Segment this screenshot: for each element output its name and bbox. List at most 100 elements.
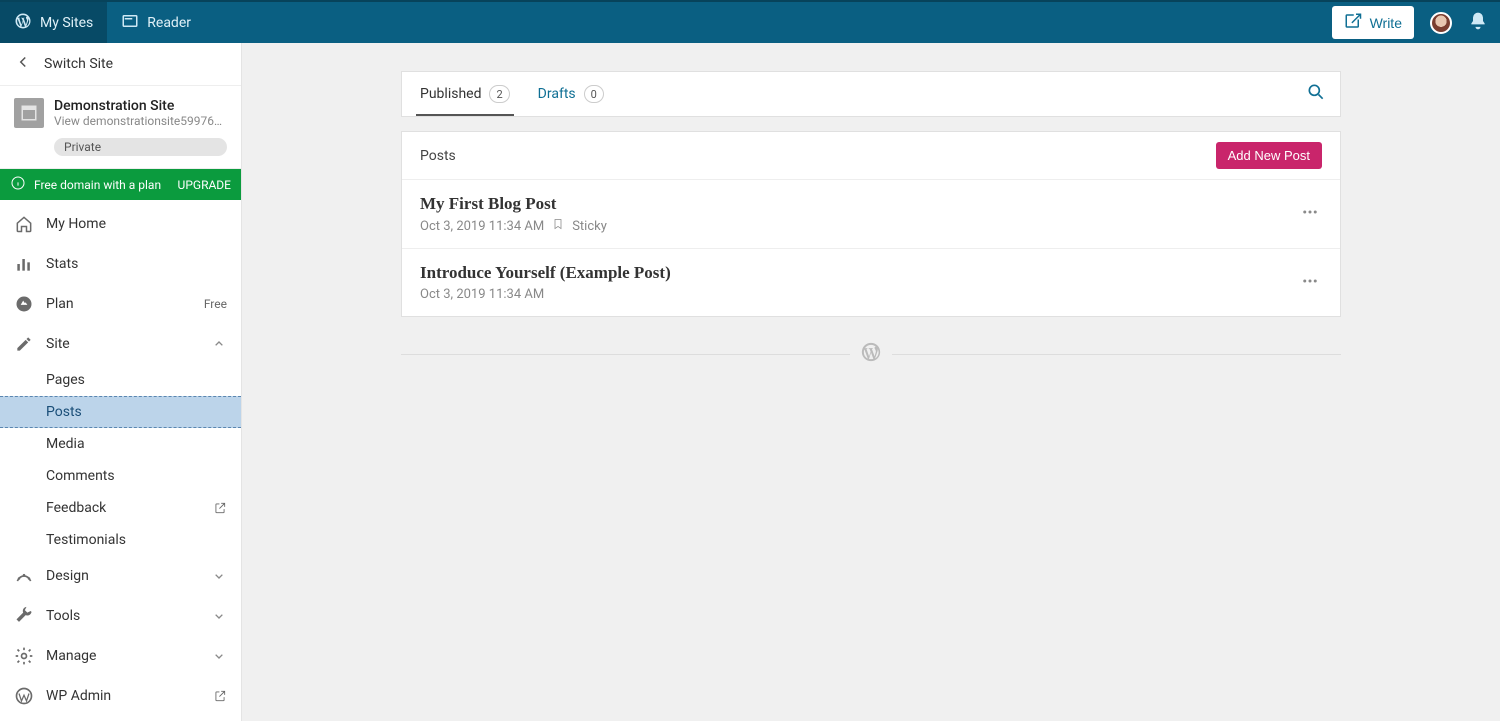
- sidebar-item-tools[interactable]: Tools: [0, 596, 241, 636]
- external-link-icon: [213, 689, 227, 703]
- post-sticky-label: Sticky: [572, 219, 607, 234]
- post-row[interactable]: My First Blog Post Oct 3, 2019 11:34 AM …: [402, 180, 1340, 249]
- masterbar-reader[interactable]: Reader: [107, 2, 205, 43]
- post-date: Oct 3, 2019 11:34 AM: [420, 287, 544, 302]
- site-card[interactable]: Demonstration Site View demonstrationsit…: [0, 86, 241, 169]
- home-icon: [14, 214, 34, 234]
- tab-published[interactable]: Published 2: [416, 72, 514, 116]
- masterbar-reader-label: Reader: [147, 15, 191, 31]
- info-icon: [10, 175, 34, 194]
- sidebar-sub-media[interactable]: Media: [0, 428, 241, 460]
- row-more-button[interactable]: [1298, 271, 1322, 295]
- sidebar-item-my-home[interactable]: My Home: [0, 204, 241, 244]
- avatar[interactable]: [1430, 12, 1452, 34]
- sidebar-item-label: Feedback: [46, 500, 106, 516]
- more-horizontal-icon: [1301, 272, 1319, 294]
- tabs-card: Published 2 Drafts 0: [401, 71, 1341, 117]
- sidebar-item-label: Pages: [46, 372, 85, 388]
- switch-site-label: Switch Site: [44, 56, 113, 72]
- chevron-left-icon: [14, 53, 44, 75]
- sidebar-item-label: Posts: [46, 404, 82, 420]
- bookmark-icon: [552, 218, 564, 234]
- add-new-post-button[interactable]: Add New Post: [1216, 142, 1322, 169]
- chevron-down-icon: [211, 568, 227, 584]
- sidebar-item-label: Tools: [46, 608, 80, 624]
- tab-count: 2: [489, 85, 509, 103]
- site-name: Demonstration Site: [54, 98, 227, 114]
- masterbar-my-sites-label: My Sites: [40, 15, 93, 31]
- stats-icon: [14, 254, 34, 274]
- sidebar-item-label: Comments: [46, 468, 115, 484]
- masterbar-my-sites[interactable]: My Sites: [0, 2, 107, 43]
- sidebar-item-label: Design: [46, 568, 89, 584]
- compose-icon: [1344, 12, 1362, 33]
- sidebar-item-site[interactable]: Site: [0, 324, 241, 364]
- tab-label: Drafts: [538, 86, 576, 102]
- masterbar-right-group: Write: [1332, 6, 1500, 39]
- gear-icon: [14, 646, 34, 666]
- site-view-link[interactable]: View demonstrationsite599765121.v: [54, 114, 227, 128]
- sidebar-sub-comments[interactable]: Comments: [0, 460, 241, 492]
- sidebar-item-label: Manage: [46, 648, 96, 664]
- site-thumbnail-icon: [14, 98, 44, 128]
- design-icon: [14, 566, 34, 586]
- write-button-label: Write: [1370, 15, 1402, 31]
- add-new-label: Add New Post: [1228, 148, 1310, 163]
- search-icon: [1306, 87, 1326, 106]
- sidebar-nav: My Home Stats Plan Free Site Pages Posts…: [0, 200, 241, 716]
- plan-icon: [14, 294, 34, 314]
- switch-site[interactable]: Switch Site: [0, 43, 241, 86]
- sidebar-item-wpadmin[interactable]: WP Admin: [0, 676, 241, 716]
- posts-header: Posts Add New Post: [402, 132, 1340, 180]
- privacy-badge: Private: [54, 138, 227, 156]
- sidebar-item-design[interactable]: Design: [0, 556, 241, 596]
- sidebar-item-label: Plan: [46, 296, 74, 312]
- sidebar-sub-feedback[interactable]: Feedback: [0, 492, 241, 524]
- posts-header-title: Posts: [420, 148, 456, 164]
- sidebar-sub-testimonials[interactable]: Testimonials: [0, 524, 241, 556]
- wordpress-icon: [14, 686, 34, 706]
- chevron-up-icon: [211, 336, 227, 352]
- row-more-button[interactable]: [1298, 202, 1322, 226]
- sidebar-item-label: Testimonials: [46, 532, 126, 548]
- posts-card: Posts Add New Post My First Blog Post Oc…: [401, 131, 1341, 317]
- post-title: My First Blog Post: [420, 194, 1298, 214]
- sidebar-item-plan[interactable]: Plan Free: [0, 284, 241, 324]
- sidebar-item-label: Stats: [46, 256, 78, 272]
- sidebar-item-label: Site: [46, 336, 70, 352]
- site-subnav: Pages Posts Media Comments Feedback Test…: [0, 364, 241, 556]
- tab-count: 0: [584, 85, 604, 103]
- more-horizontal-icon: [1301, 203, 1319, 225]
- post-title: Introduce Yourself (Example Post): [420, 263, 1298, 283]
- upgrade-strip[interactable]: Free domain with a plan UPGRADE: [0, 169, 241, 200]
- sidebar-sub-posts[interactable]: Posts: [0, 396, 241, 428]
- chevron-down-icon: [211, 608, 227, 624]
- upgrade-text: Free domain with a plan: [34, 178, 161, 192]
- plan-tier: Free: [204, 297, 227, 311]
- notifications-icon[interactable]: [1468, 11, 1488, 35]
- wordpress-icon: [850, 341, 892, 367]
- masterbar: My Sites Reader Write: [0, 0, 1500, 43]
- pencil-icon: [14, 334, 34, 354]
- post-row[interactable]: Introduce Yourself (Example Post) Oct 3,…: [402, 249, 1340, 316]
- external-link-icon: [213, 501, 227, 515]
- footer-logo-divider: [401, 341, 1341, 367]
- layout: Switch Site Demonstration Site View demo…: [0, 43, 1500, 721]
- tab-drafts[interactable]: Drafts 0: [534, 72, 608, 116]
- chevron-down-icon: [211, 648, 227, 664]
- sidebar-sub-pages[interactable]: Pages: [0, 364, 241, 396]
- sidebar-item-stats[interactable]: Stats: [0, 244, 241, 284]
- sidebar-item-label: My Home: [46, 216, 106, 232]
- wordpress-icon: [14, 12, 40, 34]
- content-area: Published 2 Drafts 0 Posts Add New Post: [242, 43, 1500, 721]
- wrench-icon: [14, 606, 34, 626]
- reader-icon: [121, 12, 147, 34]
- search-button[interactable]: [1306, 82, 1326, 106]
- masterbar-left-group: My Sites Reader: [0, 2, 205, 43]
- tab-label: Published: [420, 86, 481, 102]
- sidebar-item-manage[interactable]: Manage: [0, 636, 241, 676]
- sidebar: Switch Site Demonstration Site View demo…: [0, 43, 242, 721]
- upgrade-cta[interactable]: UPGRADE: [178, 178, 231, 192]
- write-button[interactable]: Write: [1332, 6, 1414, 39]
- sidebar-item-label: WP Admin: [46, 688, 111, 704]
